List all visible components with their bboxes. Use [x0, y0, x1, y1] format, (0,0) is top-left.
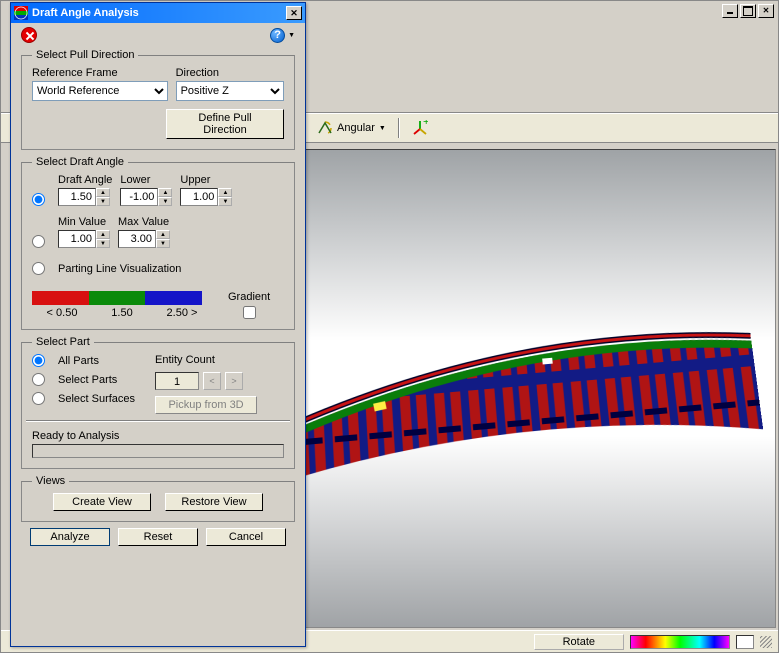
- dialog-body: Select Pull Direction Reference Frame Wo…: [11, 47, 305, 552]
- progress-bar: [32, 444, 284, 458]
- reference-frame-select[interactable]: World Reference: [32, 81, 168, 101]
- dialog-title: Draft Angle Analysis: [32, 7, 282, 19]
- lower-spinner[interactable]: ▲▼: [120, 188, 172, 206]
- angular-tool-label: Angular: [337, 122, 375, 134]
- select-parts-label: Select Parts: [58, 374, 117, 386]
- all-parts-radio[interactable]: [32, 354, 45, 367]
- color-swatch[interactable]: [736, 635, 754, 649]
- toolbar-separator: [398, 118, 400, 138]
- analysis-status-label: Ready to Analysis: [32, 430, 119, 442]
- draft-angle-dialog: Draft Angle Analysis ? ▼ Select Pull Dir…: [10, 2, 306, 647]
- max-input[interactable]: [118, 230, 156, 248]
- cancel-button[interactable]: Cancel: [206, 528, 286, 546]
- lower-input[interactable]: [120, 188, 158, 206]
- svg-text:+: +: [423, 120, 428, 128]
- max-spinner[interactable]: ▲▼: [118, 230, 170, 248]
- entity-count-value: 1: [155, 372, 199, 390]
- viewport-3d[interactable]: [301, 149, 776, 628]
- direction-select[interactable]: Positive Z: [176, 81, 284, 101]
- min-spinner[interactable]: ▲▼: [58, 230, 110, 248]
- draft-angle-spinner[interactable]: ▲▼: [58, 188, 112, 206]
- upper-label: Upper: [180, 174, 232, 186]
- gradient-legend-bar: [32, 291, 202, 305]
- dialog-close-button[interactable]: [286, 6, 302, 20]
- select-parts-radio[interactable]: [32, 373, 45, 386]
- rotate-mode-button[interactable]: Rotate: [534, 634, 624, 650]
- axis-tool-button[interactable]: +: [406, 118, 434, 138]
- parting-line-label: Parting Line Visualization: [58, 263, 181, 275]
- select-part-group: Select Part All Parts Select Parts Selec…: [21, 336, 295, 469]
- create-view-button[interactable]: Create View: [53, 493, 151, 511]
- all-parts-label: All Parts: [58, 355, 99, 367]
- analyze-button[interactable]: Analyze: [30, 528, 110, 546]
- min-input[interactable]: [58, 230, 96, 248]
- draft-angle-input[interactable]: [58, 188, 96, 206]
- entity-next-button[interactable]: >: [225, 372, 243, 390]
- dialog-titlebar[interactable]: Draft Angle Analysis: [11, 3, 305, 23]
- help-icon[interactable]: ?: [270, 28, 285, 43]
- select-surfaces-label: Select Surfaces: [58, 393, 135, 405]
- entity-prev-button[interactable]: <: [203, 372, 221, 390]
- separator: [26, 420, 290, 422]
- pull-direction-group: Select Pull Direction Reference Frame Wo…: [21, 49, 295, 150]
- define-pull-direction-button[interactable]: Define Pull Direction: [166, 109, 284, 139]
- app-logo-icon: [14, 6, 28, 20]
- draft-range-radio[interactable]: [32, 193, 45, 206]
- reference-frame-label: Reference Frame: [32, 67, 168, 79]
- dialog-action-row: Analyze Reset Cancel: [21, 528, 295, 546]
- min-max-radio[interactable]: [32, 235, 45, 248]
- entity-count-label: Entity Count: [155, 354, 257, 366]
- direction-label: Direction: [176, 67, 284, 79]
- color-spectrum-strip[interactable]: [630, 635, 730, 649]
- select-part-legend: Select Part: [32, 336, 94, 348]
- select-surfaces-radio[interactable]: [32, 392, 45, 405]
- analysis-status-block: Ready to Analysis: [32, 430, 284, 458]
- parting-line-radio[interactable]: [32, 262, 45, 275]
- gradient-legend-labels: < 0.50 1.50 2.50 >: [32, 307, 212, 319]
- analyzed-part-model: [301, 274, 765, 481]
- dialog-icon-row: ? ▼: [11, 23, 305, 47]
- min-value-label: Min Value: [58, 216, 110, 228]
- pickup-from-3d-button: Pickup from 3D: [155, 396, 257, 414]
- minimize-button[interactable]: [722, 4, 738, 18]
- gradient-checkbox-label: Gradient: [228, 291, 270, 303]
- gradient-checkbox[interactable]: [243, 306, 256, 319]
- upper-spinner[interactable]: ▲▼: [180, 188, 232, 206]
- upper-input[interactable]: [180, 188, 218, 206]
- max-value-label: Max Value: [118, 216, 170, 228]
- maximize-button[interactable]: [740, 4, 756, 18]
- reset-button[interactable]: Reset: [118, 528, 198, 546]
- angular-tool-button[interactable]: Angular ▼: [311, 118, 392, 138]
- views-legend: Views: [32, 475, 69, 487]
- lower-label: Lower: [120, 174, 172, 186]
- draft-angle-group: Select Draft Angle Draft Angle ▲▼ Lower …: [21, 156, 295, 330]
- error-icon[interactable]: [21, 27, 37, 43]
- draft-angle-value-label: Draft Angle: [58, 174, 112, 186]
- restore-view-button[interactable]: Restore View: [165, 493, 263, 511]
- dropdown-arrow-icon: ▼: [379, 125, 386, 132]
- draft-angle-legend: Select Draft Angle: [32, 156, 128, 168]
- views-group: Views Create View Restore View: [21, 475, 295, 522]
- help-dropdown-arrow-icon[interactable]: ▼: [288, 32, 295, 39]
- angular-icon: [317, 120, 333, 136]
- resize-grip-icon[interactable]: [760, 636, 772, 648]
- axis-icon: +: [412, 120, 428, 136]
- close-main-button[interactable]: [758, 4, 774, 18]
- main-titlebar: [722, 1, 778, 21]
- pull-direction-legend: Select Pull Direction: [32, 49, 138, 61]
